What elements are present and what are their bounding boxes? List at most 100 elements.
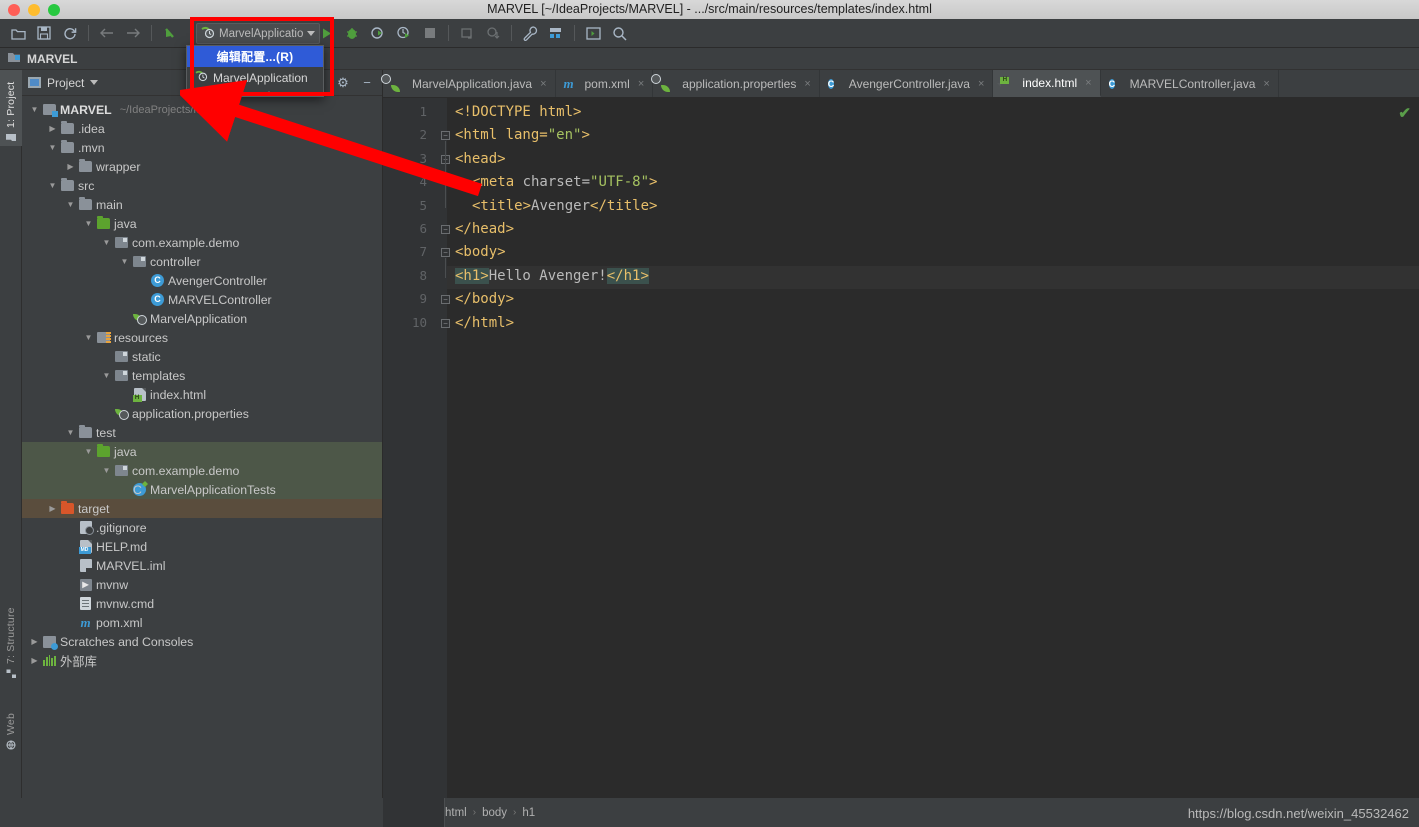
tree-node-avengercontroller[interactable]: C AvengerController [22,271,382,290]
tree-node-com-example-demo[interactable]: ▼ com.example.demo [22,461,382,480]
editor-tab-index-html[interactable]: index.html × [993,70,1101,97]
update-project-icon[interactable] [455,22,479,44]
close-tab-icon[interactable]: × [804,78,810,90]
tree-node-main[interactable]: ▼ main [22,195,382,214]
breadcrumb-item-h1[interactable]: h1 [522,807,535,819]
settings-wrench-icon[interactable] [518,22,542,44]
close-tab-icon[interactable]: × [638,78,644,90]
tree-node-java[interactable]: ▼ java [22,442,382,461]
tree-node-gitignore[interactable]: .gitignore [22,518,382,537]
tree-node-mvnw-cmd[interactable]: mvnw.cmd [22,594,382,613]
editor-code-area[interactable]: <!DOCTYPE html> <html lang="en"> <head> <me… [447,98,1419,798]
close-tab-icon[interactable]: × [978,78,984,90]
collapse-triangle-icon[interactable]: ▼ [118,257,131,266]
collapse-triangle-icon[interactable]: ▼ [64,200,77,209]
forward-icon[interactable] [121,22,145,44]
tree-node-idea[interactable]: ▶ .idea [22,119,382,138]
code-line[interactable]: </head> [455,221,514,237]
tree-node-marvelapplication[interactable]: MarvelApplication [22,309,382,328]
terminal-icon[interactable] [581,22,605,44]
breadcrumb-item-html[interactable]: html [445,807,467,819]
menu-item-marvel-application[interactable]: MarvelApplication [187,67,323,88]
undo-icon[interactable] [158,22,182,44]
stop-icon[interactable] [418,22,442,44]
collapse-triangle-icon[interactable]: ▼ [82,333,95,342]
collapse-triangle-icon[interactable]: ▼ [100,466,113,475]
code-line[interactable]: </body> [455,291,514,307]
expand-triangle-icon[interactable]: ▶ [64,162,77,171]
search-everywhere-icon[interactable] [607,22,631,44]
expand-triangle-icon[interactable]: ▶ [46,504,59,513]
minimize-button[interactable] [28,3,40,16]
tree-node-help-md[interactable]: HELP.md [22,537,382,556]
back-icon[interactable] [95,22,119,44]
code-editor[interactable]: 12−3−456−7−89−10− <!DOCTYPE html> <html l… [383,98,1419,798]
close-button[interactable] [8,3,20,16]
code-line[interactable]: </html> [455,315,514,331]
commit-icon[interactable] [481,22,505,44]
tree-node-target[interactable]: ▶ target [22,499,382,518]
tree-node-application-properties[interactable]: application.properties [22,404,382,423]
sidebar-item-structure[interactable]: 7: Structure [0,592,22,682]
expand-triangle-icon[interactable]: ▶ [46,124,59,133]
editor-tab-pom-xml[interactable]: m pom.xml × [556,70,654,97]
expand-triangle-icon[interactable]: ▶ [28,656,41,665]
project-tree[interactable]: ▼ MARVEL ~/IdeaProjects/MARVEL ▶ .idea ▼ .mvn ▶… [22,96,382,670]
run-configuration-dropdown[interactable]: 编辑配置...(R) MarvelApplication ▾ ▴ [186,45,324,97]
sidebar-item-project[interactable]: 1: Project [0,70,22,146]
sync-icon[interactable] [58,22,82,44]
tree-node-marvelcontroller[interactable]: C MARVELController [22,290,382,309]
project-structure-icon[interactable] [544,22,568,44]
editor-tab-marvelapplication-java[interactable]: MarvelApplication.java × [383,70,556,97]
tree-node-com-example-demo[interactable]: ▼ com.example.demo [22,233,382,252]
chevron-down-icon[interactable] [90,80,99,85]
collapse-triangle-icon[interactable]: ▼ [82,219,95,228]
close-tab-icon[interactable]: × [1085,77,1091,89]
expand-triangle-icon[interactable]: ▶ [28,637,41,646]
save-all-icon[interactable] [32,22,56,44]
profile-icon[interactable] [392,22,416,44]
code-line[interactable]: <!DOCTYPE html> [455,104,581,120]
code-line[interactable]: <html lang="en"> [455,127,590,143]
open-project-icon[interactable] [6,22,30,44]
tree-node-marvelapplicationtests[interactable]: C MarvelApplicationTests [22,480,382,499]
collapse-triangle-icon[interactable]: ▼ [28,105,41,114]
window-controls[interactable] [0,3,60,16]
sidebar-item-web[interactable]: Web [0,694,22,754]
code-line[interactable]: <title>Avenger</title> [472,198,657,214]
code-line[interactable]: <meta charset="UTF-8"> [472,174,657,190]
editor-gutter[interactable]: 12−3−456−7−89−10− [383,98,450,798]
tree-node-java[interactable]: ▼ java [22,214,382,233]
run-configuration-selector[interactable]: MarvelApplication [196,23,320,44]
collapse-triangle-icon[interactable]: ▼ [64,428,77,437]
collapse-triangle-icon[interactable]: ▼ [46,181,59,190]
tree-node-pom-xml[interactable]: m pom.xml [22,613,382,632]
scroll-up-icon[interactable]: ▴ [267,88,271,97]
tree-node-marvel[interactable]: ▼ MARVEL ~/IdeaProjects/MARVEL [22,100,382,119]
tree-node-wrapper[interactable]: ▶ wrapper [22,157,382,176]
tree-node-templates[interactable]: ▼ templates [22,366,382,385]
inspection-status-icon[interactable]: ✔ [1398,104,1411,122]
menu-item-edit-configurations[interactable]: 编辑配置...(R) [187,46,323,67]
breadcrumb-item-body[interactable]: body [482,807,507,819]
close-tab-icon[interactable]: × [540,78,546,90]
tree-node-src[interactable]: ▼ src [22,176,382,195]
gear-icon[interactable]: ⚙ [334,75,352,91]
tree-node-mvn[interactable]: ▼ .mvn [22,138,382,157]
tree-node-[interactable]: ▶ 外部库 [22,651,382,670]
code-line[interactable]: <h1>Hello Avenger!</h1> [455,267,649,284]
editor-tab-marvelcontroller-java[interactable]: C MARVELController.java × [1101,70,1279,97]
dropdown-scroll-arrows[interactable]: ▾ ▴ [187,88,323,97]
tree-node-static[interactable]: static [22,347,382,366]
collapse-triangle-icon[interactable]: ▼ [100,238,113,247]
collapse-triangle-icon[interactable]: ▼ [82,447,95,456]
tree-node-test[interactable]: ▼ test [22,423,382,442]
debug-icon[interactable] [340,22,364,44]
collapse-triangle-icon[interactable]: ▼ [100,371,113,380]
tree-node-marvel-iml[interactable]: MARVEL.iml [22,556,382,575]
close-tab-icon[interactable]: × [1263,78,1269,90]
chevron-down-icon[interactable] [307,31,315,36]
editor-tab-application-properties[interactable]: application.properties × [653,70,820,97]
tree-node-scratches-and-consoles[interactable]: ▶ Scratches and Consoles [22,632,382,651]
collapse-triangle-icon[interactable]: ▼ [46,143,59,152]
